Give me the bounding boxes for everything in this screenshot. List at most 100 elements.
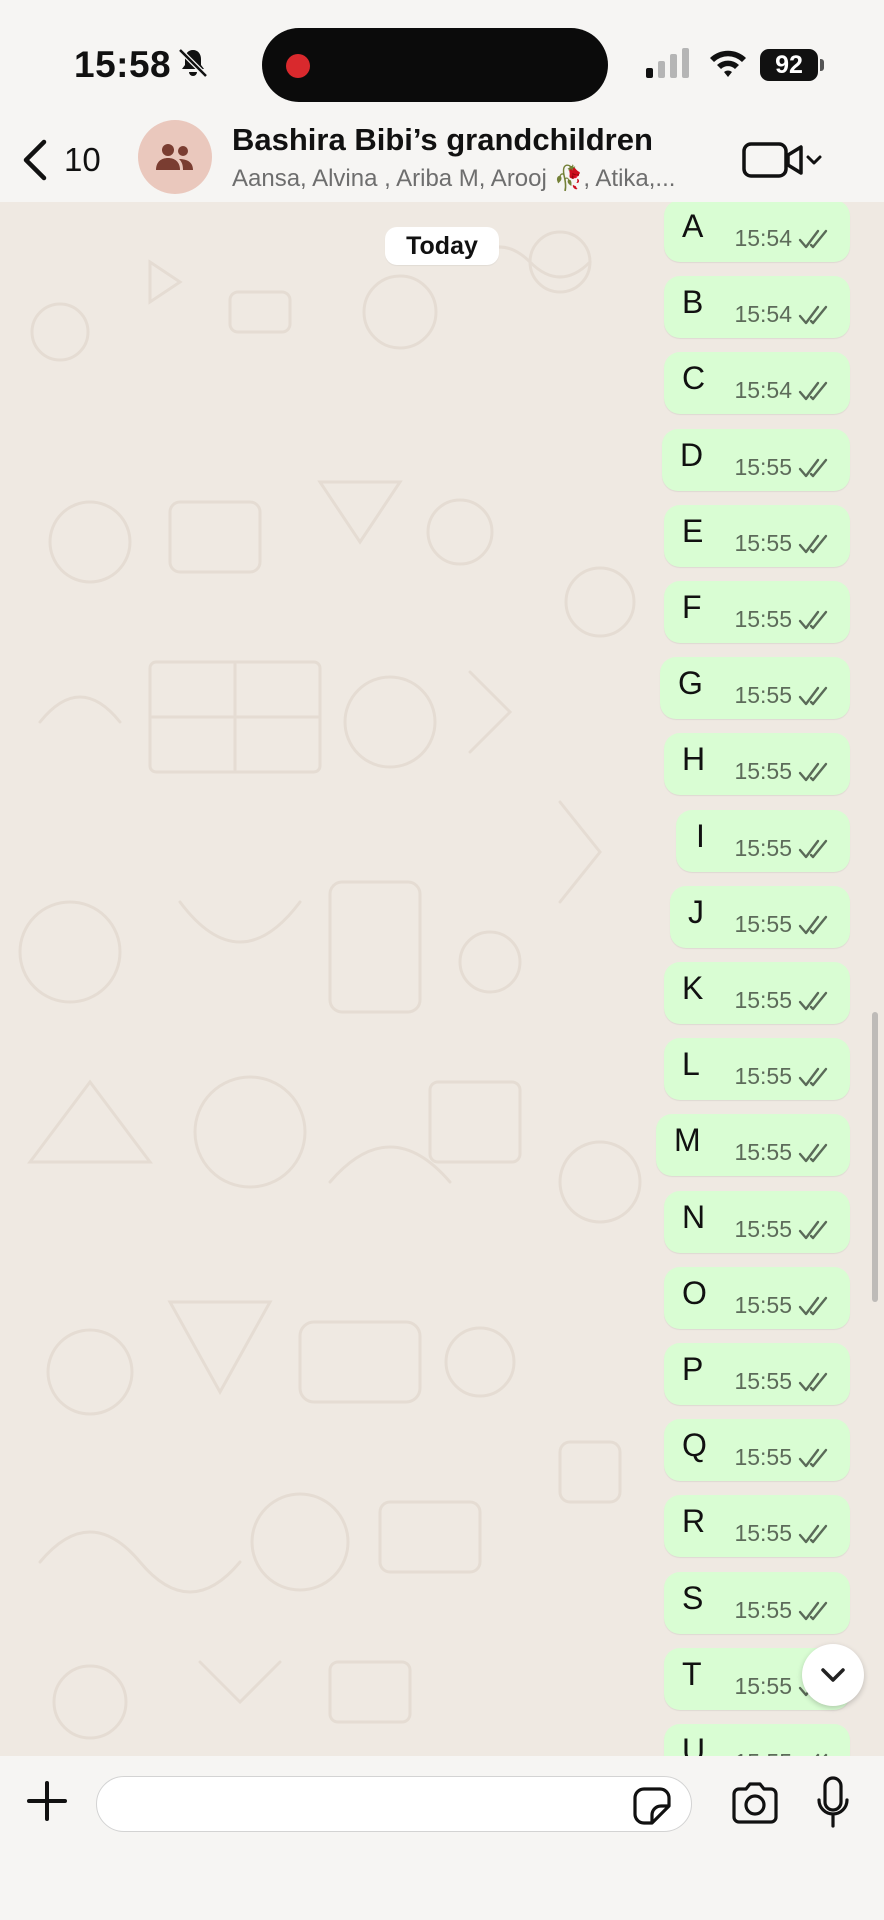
message-time: 15:55: [734, 682, 792, 709]
battery-level: 92: [775, 51, 803, 79]
double-check-icon: [798, 1067, 828, 1087]
double-check-icon: [798, 1601, 828, 1620]
message-bubble[interactable]: R 15:55: [664, 1495, 850, 1558]
message-time: 15:55: [734, 910, 792, 937]
message-time: 15:55: [734, 1139, 792, 1166]
message-bubble[interactable]: U 15:55: [664, 1724, 850, 1756]
message-bubble[interactable]: O 15:55: [664, 1266, 850, 1329]
scrollbar[interactable]: [872, 1012, 878, 1302]
group-avatar[interactable]: [138, 120, 212, 194]
double-check-icon: [798, 991, 828, 1011]
message-bubble[interactable]: N 15:55: [664, 1190, 850, 1253]
chevron-down-icon: [821, 1668, 845, 1682]
message-time: 15:55: [734, 1596, 792, 1623]
message-bubble[interactable]: A 15:54: [664, 202, 850, 262]
back-button[interactable]: 10: [20, 130, 130, 190]
message-bubble[interactable]: L 15:55: [664, 1038, 850, 1101]
message-time: 15:55: [734, 1444, 792, 1471]
message-text: O: [682, 1274, 707, 1311]
message-time: 15:55: [734, 1749, 792, 1756]
video-call-icon: [742, 142, 822, 178]
microphone-icon[interactable]: [816, 1776, 850, 1830]
chevron-down-icon: [806, 155, 822, 165]
scroll-to-bottom-button[interactable]: [802, 1644, 864, 1706]
message-time: 15:55: [734, 1063, 792, 1090]
message-text: S: [682, 1579, 704, 1616]
chat-header: 10 Bashira Bibi’s grandchildren Aansa, A…: [0, 120, 884, 202]
dynamic-island: [262, 28, 608, 102]
cellular-signal-icon: [646, 48, 689, 78]
message-time: 15:55: [734, 1368, 792, 1394]
message-text: L: [682, 1046, 700, 1083]
group-title[interactable]: Bashira Bibi’s grandchildren: [232, 122, 653, 158]
message-time: 15:55: [734, 1520, 792, 1547]
message-bubble[interactable]: I 15:55: [676, 809, 850, 872]
double-check-icon: [798, 763, 828, 782]
message-bubble[interactable]: M 15:55: [656, 1114, 850, 1177]
double-check-icon: [798, 686, 828, 706]
message-text: J: [688, 893, 704, 930]
message-text: A: [682, 208, 704, 244]
message-time: 15:54: [734, 377, 792, 404]
message-text: B: [682, 284, 704, 321]
message-text: T: [682, 1655, 702, 1692]
message-bubble[interactable]: K 15:55: [664, 962, 850, 1024]
message-input[interactable]: [96, 1776, 692, 1832]
message-text: U: [682, 1732, 706, 1756]
chat-area[interactable]: Today A 15:54 B 15:54 C 15:54 D 15:55 E 15:55 F 15:…: [0, 202, 884, 1756]
message-text: P: [682, 1351, 704, 1387]
camera-icon[interactable]: [730, 1780, 780, 1826]
double-check-icon: [798, 305, 828, 325]
message-time: 15:55: [734, 834, 792, 861]
battery-icon: 92: [760, 49, 818, 81]
plus-icon[interactable]: [24, 1778, 70, 1824]
message-bubble[interactable]: E 15:55: [664, 504, 850, 567]
double-check-icon: [798, 534, 828, 553]
status-time: 15:58: [74, 44, 172, 85]
message-time: 15:54: [734, 301, 792, 328]
group-members[interactable]: Aansa, Alvina , Ariba M, Arooj 🥀, Atika,…: [232, 164, 702, 193]
message-bubble[interactable]: J 15:55: [670, 885, 850, 948]
message-bubble[interactable]: H 15:55: [664, 733, 850, 796]
message-bubble[interactable]: P 15:55: [664, 1343, 850, 1405]
sticker-icon[interactable]: [632, 1786, 672, 1826]
message-text: Q: [682, 1427, 707, 1464]
double-check-icon: [798, 1372, 828, 1392]
message-time: 15:55: [734, 1215, 792, 1242]
double-check-icon: [798, 610, 828, 630]
message-list: A 15:54 B 15:54 C 15:54 D 15:55 E 15:55 F 15:55 G 15:…: [0, 202, 884, 1756]
double-check-icon: [798, 1220, 828, 1239]
message-bubble[interactable]: G 15:55: [660, 657, 850, 720]
back-chevron-icon: [23, 139, 47, 181]
message-bubble[interactable]: F 15:55: [664, 581, 850, 643]
input-bar: [0, 1756, 884, 1920]
message-bubble[interactable]: Q 15:55: [664, 1419, 850, 1482]
double-check-icon: [798, 1448, 828, 1468]
message-bubble[interactable]: C 15:54: [664, 352, 850, 415]
message-text: E: [682, 512, 704, 549]
message-text: D: [680, 436, 704, 473]
double-check-icon: [798, 1296, 828, 1315]
message-bubble[interactable]: B 15:54: [664, 276, 850, 339]
message-time: 15:55: [734, 1291, 792, 1318]
double-check-icon: [798, 229, 828, 249]
double-check-icon: [798, 1144, 828, 1163]
unread-count: 10: [64, 141, 101, 178]
video-call-button[interactable]: [742, 136, 826, 184]
message-bubble[interactable]: D 15:55: [662, 428, 850, 491]
message-text: K: [682, 970, 704, 1006]
message-text: N: [682, 1198, 706, 1235]
message-time: 15:55: [734, 606, 792, 632]
message-bubble[interactable]: S 15:55: [664, 1571, 850, 1634]
message-text: I: [696, 817, 705, 854]
status-bar: 15:58 92: [0, 0, 884, 120]
bell-slash-icon: [178, 48, 208, 78]
message-time: 15:55: [734, 758, 792, 785]
battery-tip: [820, 59, 824, 71]
double-check-icon: [798, 382, 828, 401]
double-check-icon: [798, 839, 828, 858]
message-time: 15:54: [734, 225, 792, 251]
group-avatar-icon: [156, 144, 193, 170]
message-text: M: [674, 1122, 701, 1159]
message-time: 15:55: [734, 987, 792, 1013]
